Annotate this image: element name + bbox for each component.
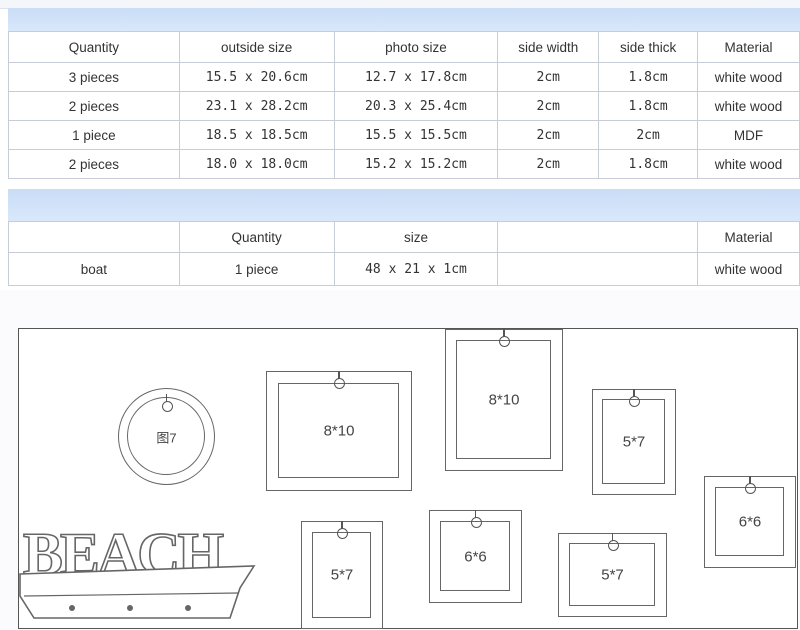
cell-material: MDF	[697, 120, 800, 150]
boat-hook-icon	[185, 605, 191, 611]
photo-frame-8x10-portrait: 8*10	[445, 329, 563, 471]
frame-size-label: 8*10	[323, 422, 355, 440]
cell-material: white wood	[697, 62, 800, 92]
boat-hull	[19, 565, 256, 619]
header-blank	[8, 221, 180, 253]
hanging-hook-icon	[499, 329, 510, 347]
cell-material: white wood	[697, 149, 800, 179]
frame-size-label: 8*10	[488, 391, 520, 409]
cell-photo-size: 15.2 x 15.2cm	[333, 149, 499, 179]
photo-frame-5x7: 5*7	[592, 389, 676, 495]
cell-material: white wood	[697, 252, 800, 286]
header-side-thick: side thick	[598, 31, 699, 63]
cell-side-width: 2cm	[497, 62, 600, 92]
cell-empty	[497, 252, 699, 286]
frame-size-label: 5*7	[601, 566, 624, 584]
hanging-hook-icon	[470, 510, 482, 528]
cell-side-thick: 1.8cm	[598, 62, 699, 92]
cell-size: 48 x 21 x 1cm	[333, 252, 499, 286]
beach-boat-illustration: BEACH	[19, 520, 256, 619]
cell-side-thick: 1.8cm	[598, 149, 699, 179]
cell-item: boat	[8, 252, 180, 286]
cell-material: white wood	[697, 91, 800, 121]
cell-outside-size: 23.1 x 28.2cm	[178, 91, 335, 121]
frame-size-label: 6*6	[738, 513, 762, 531]
hanging-hook-icon	[337, 521, 348, 539]
cell-photo-size: 20.3 x 25.4cm	[333, 91, 499, 121]
header-empty	[497, 221, 699, 253]
table1-header-band	[8, 8, 800, 31]
photo-frame-5x7-landscape: 5*7	[558, 533, 667, 617]
round-frame: 图7	[118, 388, 215, 485]
cell-quantity: 1 piece	[8, 120, 180, 150]
frame-size-label: 5*7	[330, 566, 354, 584]
cell-side-width: 2cm	[497, 91, 600, 121]
cell-quantity: 1 piece	[178, 252, 335, 286]
photo-frame-6x6: 6*6	[429, 510, 522, 603]
header-quantity: Quantity	[178, 221, 335, 253]
hanging-hook-icon	[161, 394, 173, 412]
table-header-row: Quantity outside size photo size side wi…	[8, 31, 800, 63]
cell-outside-size: 18.0 x 18.0cm	[178, 149, 335, 179]
table-row: 3 pieces 15.5 x 20.6cm 12.7 x 17.8cm 2cm…	[8, 62, 800, 92]
cell-side-width: 2cm	[497, 149, 600, 179]
hanging-hook-icon	[607, 533, 619, 551]
header-material: Material	[697, 221, 800, 253]
cell-quantity: 3 pieces	[8, 62, 180, 92]
photo-frame-6x6: 6*6	[704, 476, 796, 568]
table2-header-band	[8, 189, 800, 221]
spec-table-boat: Quantity size Material boat 1 piece 48 x…	[8, 221, 800, 286]
table-row: 1 piece 18.5 x 18.5cm 15.5 x 15.5cm 2cm …	[8, 120, 800, 150]
cell-quantity: 2 pieces	[8, 149, 180, 179]
photo-frame-5x7: 5*7	[301, 521, 383, 629]
header-size: size	[333, 221, 499, 253]
header-quantity: Quantity	[8, 31, 180, 63]
table-row: 2 pieces 18.0 x 18.0cm 15.2 x 15.2cm 2cm…	[8, 149, 800, 179]
cell-outside-size: 18.5 x 18.5cm	[178, 120, 335, 150]
header-material: Material	[697, 31, 800, 63]
table-row: boat 1 piece 48 x 21 x 1cm white wood	[8, 252, 800, 286]
frame-size-label: 6*6	[464, 548, 487, 565]
cell-photo-size: 15.5 x 15.5cm	[333, 120, 499, 150]
table-header-row: Quantity size Material	[8, 221, 800, 253]
cell-photo-size: 12.7 x 17.8cm	[333, 62, 499, 92]
boat-hook-icon	[127, 605, 133, 611]
cell-outside-size: 15.5 x 20.6cm	[178, 62, 335, 92]
header-outside-size: outside size	[178, 31, 335, 63]
cell-quantity: 2 pieces	[8, 91, 180, 121]
header-photo-size: photo size	[333, 31, 499, 63]
table-row: 2 pieces 23.1 x 28.2cm 20.3 x 25.4cm 2cm…	[8, 91, 800, 121]
header-side-width: side width	[497, 31, 600, 63]
hanging-hook-icon	[629, 389, 640, 407]
cell-side-width: 2cm	[497, 120, 600, 150]
cell-side-thick: 2cm	[598, 120, 699, 150]
spec-table-frames: Quantity outside size photo size side wi…	[8, 31, 800, 179]
round-frame-label: 图7	[156, 430, 177, 445]
boat-hook-icon	[69, 605, 75, 611]
hanging-hook-icon	[334, 371, 345, 389]
cell-side-thick: 1.8cm	[598, 91, 699, 121]
photo-frame-8x10-landscape: 8*10	[266, 371, 412, 491]
frame-size-label: 5*7	[622, 433, 646, 451]
hanging-hook-icon	[745, 476, 756, 494]
